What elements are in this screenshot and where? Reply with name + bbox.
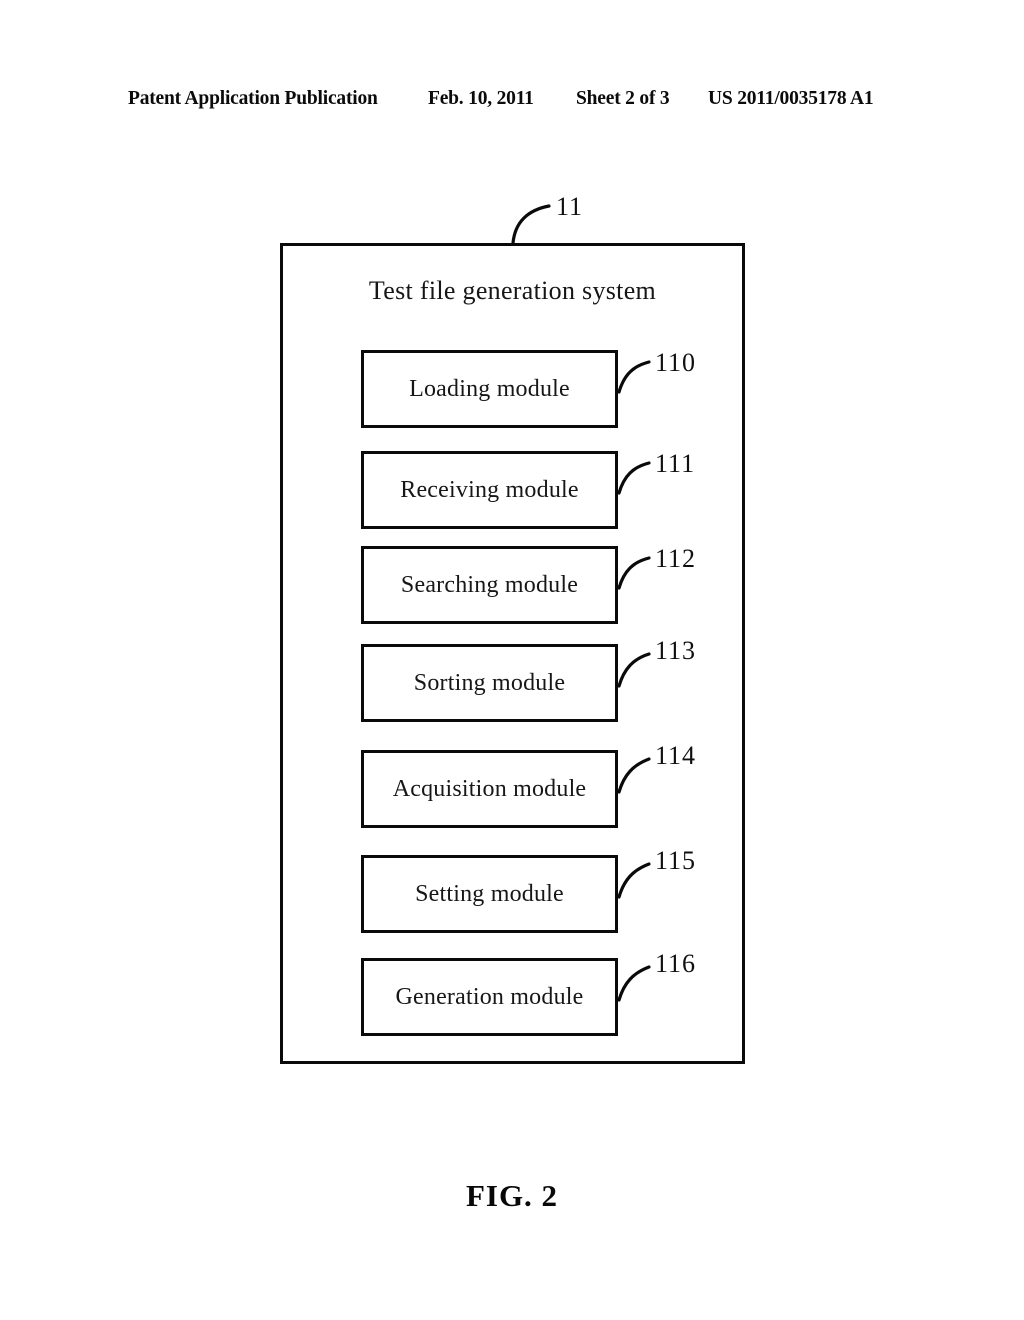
leader-line-11 xyxy=(511,204,551,245)
reference-numeral-11: 11 xyxy=(556,192,584,221)
module-box-generation: Generation module xyxy=(361,958,618,1036)
reference-numeral-115: 115 xyxy=(655,846,697,875)
module-box-acquisition: Acquisition module xyxy=(361,750,618,828)
reference-numeral-110: 110 xyxy=(655,348,697,377)
module-label: Sorting module xyxy=(413,669,566,696)
module-box-setting: Setting module xyxy=(361,855,618,933)
module-box-loading: Loading module xyxy=(361,350,618,428)
module-label: Loading module xyxy=(409,375,570,402)
reference-numeral-116: 116 xyxy=(655,949,697,978)
reference-numeral-114: 114 xyxy=(655,741,697,770)
reference-numeral-112: 112 xyxy=(655,544,697,573)
module-label: Generation module xyxy=(395,983,584,1010)
reference-numeral-113: 113 xyxy=(655,636,697,665)
module-label: Receiving module xyxy=(400,476,579,503)
module-label: Searching module xyxy=(400,571,579,598)
patent-figure: Test file generation system Loading modu… xyxy=(0,0,1024,1320)
reference-numeral-111: 111 xyxy=(655,449,696,478)
module-box-searching: Searching module xyxy=(361,546,618,624)
module-box-sorting: Sorting module xyxy=(361,644,618,722)
figure-caption: FIG. 2 xyxy=(465,1178,559,1213)
module-label: Acquisition module xyxy=(392,775,587,802)
system-title: Test file generation system xyxy=(368,276,657,305)
module-box-receiving: Receiving module xyxy=(361,451,618,529)
module-label: Setting module xyxy=(415,880,564,907)
